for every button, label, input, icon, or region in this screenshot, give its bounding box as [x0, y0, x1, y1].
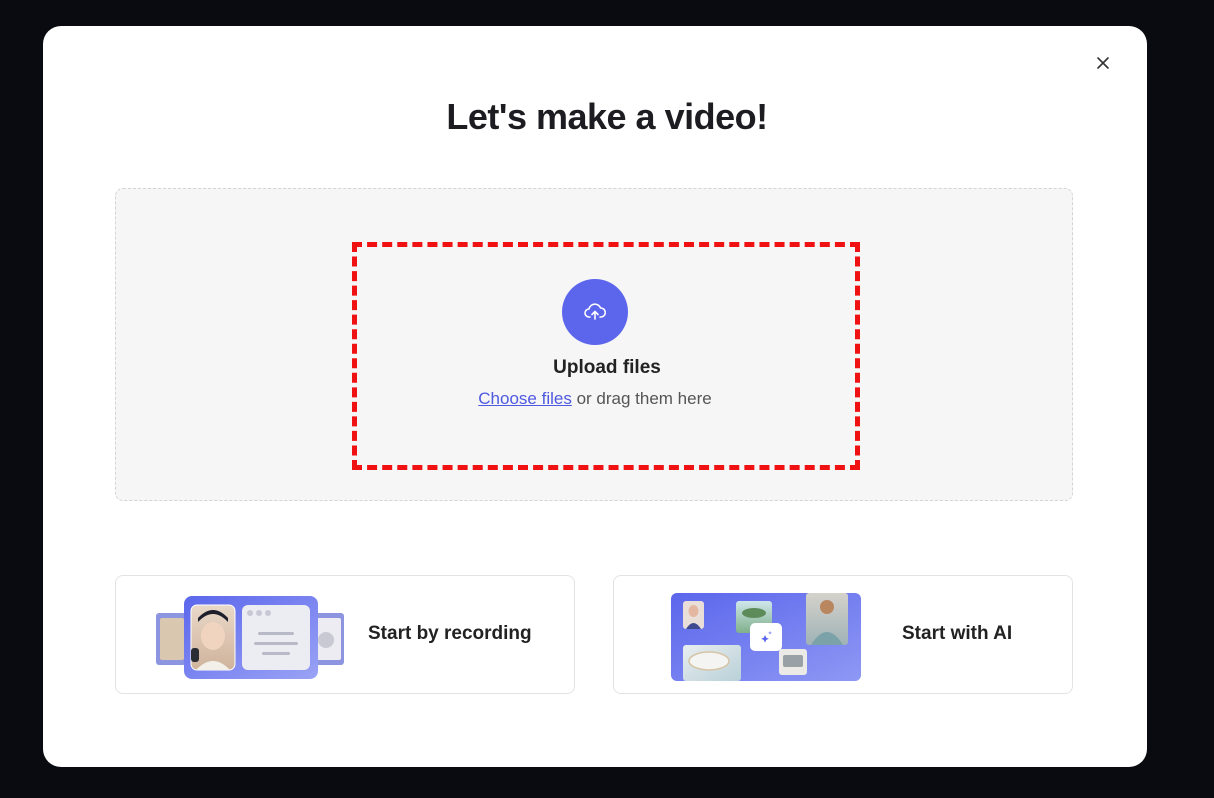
start-ai-card[interactable]: Start with AI	[613, 575, 1073, 694]
ai-illustration	[671, 593, 861, 681]
upload-title: Upload files	[553, 357, 661, 378]
cloud-upload-icon	[584, 303, 606, 320]
choose-files-link[interactable]: Choose files	[478, 389, 572, 408]
upload-subtitle: Choose files or drag them here	[0, 389, 1190, 409]
close-button[interactable]	[1092, 52, 1114, 74]
upload-button[interactable]	[562, 279, 628, 345]
start-recording-label: Start by recording	[368, 623, 532, 644]
recording-illustration	[156, 596, 344, 679]
start-ai-label: Start with AI	[902, 623, 1013, 644]
drag-hint-text: or drag them here	[571, 389, 712, 408]
modal-title: Let's make a video!	[446, 96, 768, 137]
start-recording-card[interactable]: Start by recording	[115, 575, 575, 694]
close-icon	[1097, 57, 1109, 69]
